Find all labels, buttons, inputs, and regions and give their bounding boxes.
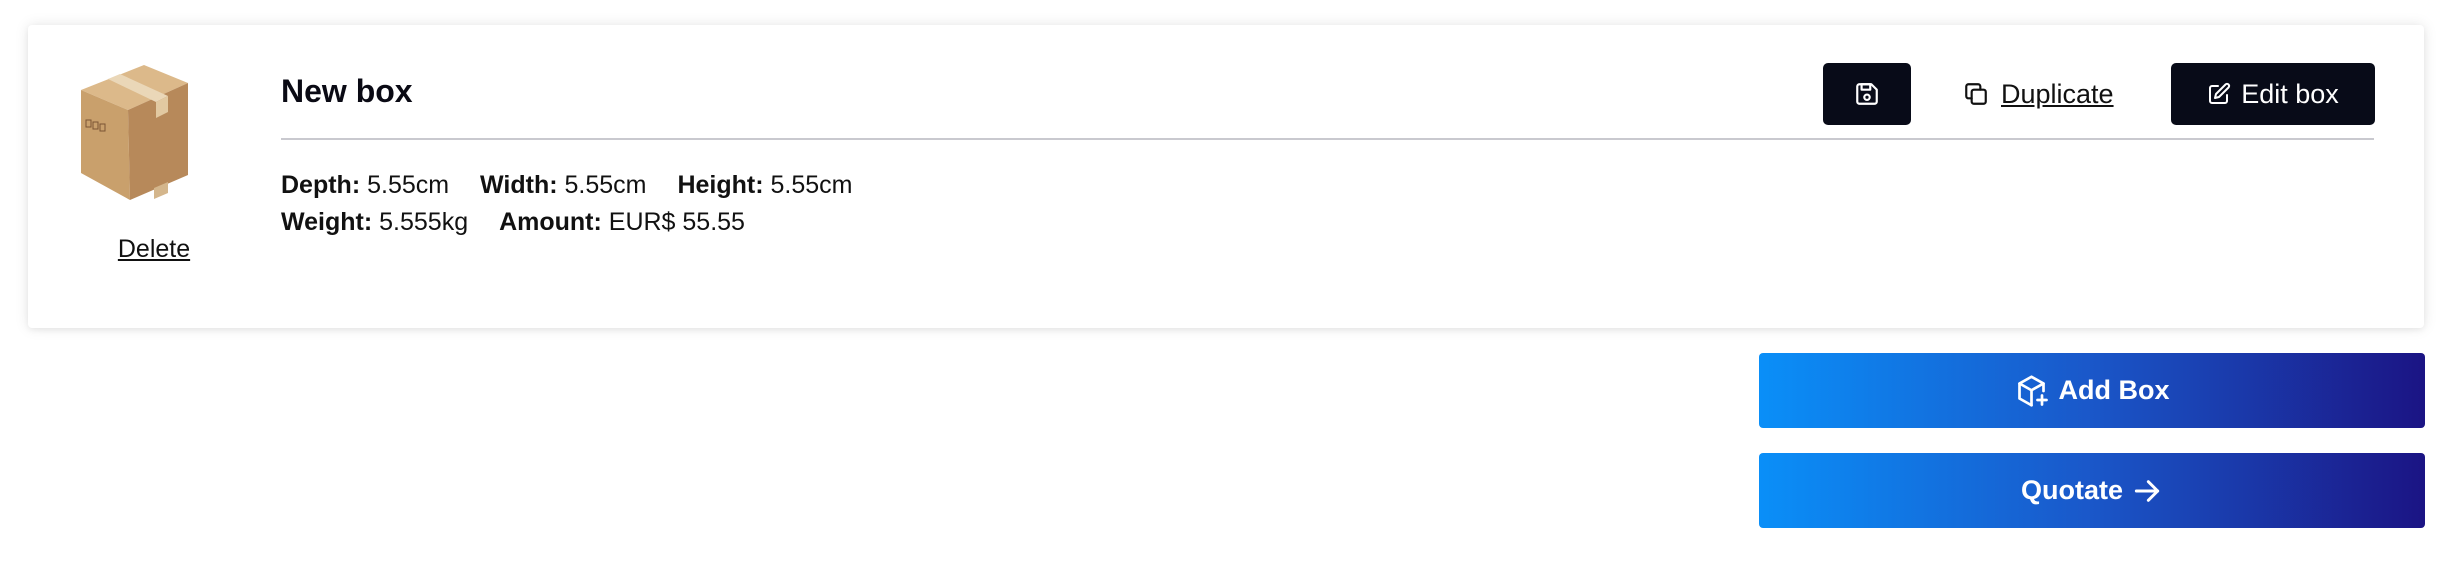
quotate-button[interactable]: Quotate <box>1759 453 2425 528</box>
save-icon <box>1854 81 1880 107</box>
edit-box-button[interactable]: Edit box <box>2171 63 2375 125</box>
box-specs: Depth: 5.55cm Width: 5.55cm Height: 5.55… <box>281 167 877 241</box>
amount-value: EUR$ 55.55 <box>608 208 745 236</box>
duplicate-label: Duplicate <box>2001 78 2114 109</box>
add-box-label: Add Box <box>2058 375 2170 405</box>
delete-link[interactable]: Delete <box>28 235 280 264</box>
weight-amount-line: Weight: 5.555kg Amount: EUR$ 55.55 <box>281 204 877 241</box>
copy-icon <box>1963 81 1989 107</box>
divider <box>281 138 2374 140</box>
depth-value: 5.55cm <box>367 171 450 199</box>
depth-spec: Depth: 5.55cm <box>281 171 449 199</box>
box-title: New box <box>281 73 413 109</box>
duplicate-button[interactable]: Duplicate <box>1963 63 2114 125</box>
cardboard-box-image <box>81 65 188 200</box>
width-value: 5.55cm <box>564 171 647 199</box>
box-card: Delete New box Depth: 5.55cm Width: 5.55… <box>28 25 2424 328</box>
weight-spec: Weight: 5.555kg <box>281 208 468 236</box>
dimensions-line: Depth: 5.55cm Width: 5.55cm Height: 5.55… <box>281 167 877 204</box>
quotate-label: Quotate <box>2020 475 2123 505</box>
height-spec: Height: 5.55cm <box>677 171 852 199</box>
add-box-button[interactable]: Add Box <box>1759 353 2425 428</box>
box-plus-icon <box>2015 373 2051 409</box>
height-label: Height: <box>677 171 764 199</box>
save-button[interactable] <box>1823 63 1911 125</box>
edit-box-label: Edit box <box>2241 78 2339 109</box>
arrow-right-icon <box>2131 475 2163 507</box>
weight-value: 5.555kg <box>379 208 469 236</box>
weight-label: Weight: <box>281 208 373 236</box>
height-value: 5.55cm <box>770 171 853 199</box>
edit-icon <box>2207 82 2231 106</box>
width-spec: Width: 5.55cm <box>480 171 646 199</box>
amount-spec: Amount: EUR$ 55.55 <box>499 208 745 236</box>
width-label: Width: <box>480 171 558 199</box>
amount-label: Amount: <box>499 208 602 236</box>
depth-label: Depth: <box>281 171 361 199</box>
